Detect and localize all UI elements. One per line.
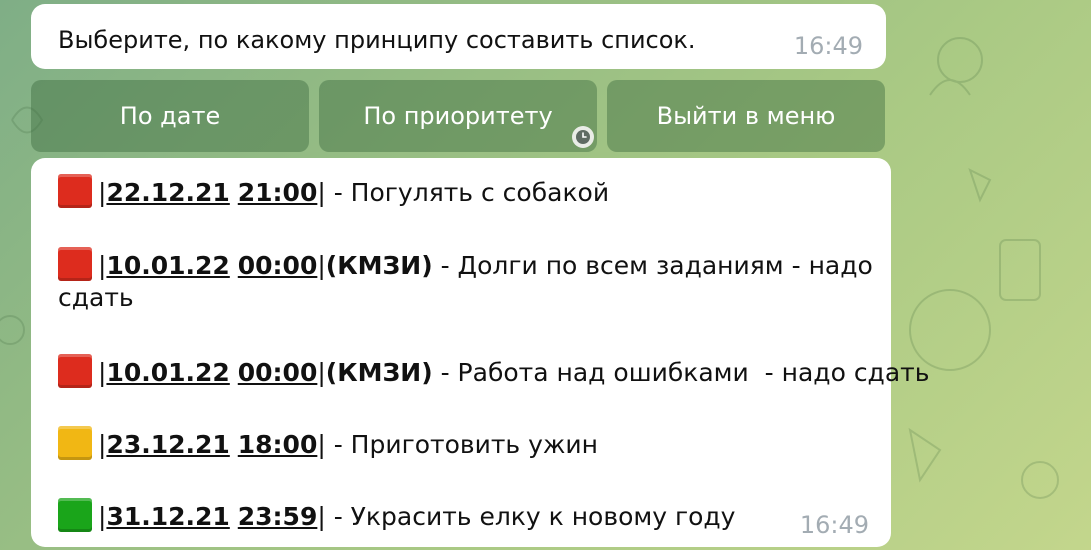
task-date: 23.12.21 (106, 430, 230, 459)
task-text: - Украсить елку к новому году (333, 502, 736, 531)
task-item: |10.01.22 00:00|(КМЗИ) - Долги по всем з… (58, 247, 873, 283)
task-text: - Долги по всем заданиям - надо (440, 251, 873, 280)
task-list-message-bubble: |22.12.21 21:00| - Погулять с собакой |1… (31, 158, 929, 547)
sort-by-date-button[interactable]: По дате (31, 80, 309, 152)
task-tag: (КМЗИ) (325, 358, 433, 387)
task-time: 00:00 (237, 358, 318, 387)
task-time: 18:00 (237, 430, 318, 459)
task-item: |31.12.21 23:59| - Украсить елку к новом… (58, 498, 735, 534)
prompt-message-time: 16:49 (793, 32, 863, 60)
pending-clock-icon (572, 126, 594, 148)
task-text-continuation: сдать (58, 283, 134, 312)
task-date: 31.12.21 (106, 502, 230, 531)
prompt-message-text: Выберите, по какому принципу составить с… (58, 26, 696, 54)
prompt-message-bubble: Выберите, по какому принципу составить с… (31, 4, 886, 69)
task-list-message-time: 16:49 (799, 511, 869, 539)
task-date: 22.12.21 (106, 178, 230, 207)
task-text: - Работа над ошибками - надо сдать (440, 358, 930, 387)
red-square-icon (58, 354, 92, 388)
sort-by-priority-button[interactable]: По приоритету (319, 80, 597, 152)
task-text: - Приготовить ужин (333, 430, 599, 459)
task-item: |22.12.21 21:00| - Погулять с собакой (58, 174, 609, 210)
task-date: 10.01.22 (106, 358, 230, 387)
task-item: |10.01.22 00:00|(КМЗИ) - Работа над ошиб… (58, 354, 929, 390)
task-time: 23:59 (237, 502, 318, 531)
task-tag: (КМЗИ) (325, 251, 433, 280)
red-square-icon (58, 247, 92, 281)
red-square-icon (58, 174, 92, 208)
task-text: - Погулять с собакой (333, 178, 610, 207)
task-item: |23.12.21 18:00| - Приготовить ужин (58, 426, 598, 462)
yellow-square-icon (58, 426, 92, 460)
task-time: 00:00 (237, 251, 318, 280)
green-square-icon (58, 498, 92, 532)
task-time: 21:00 (237, 178, 318, 207)
task-date: 10.01.22 (106, 251, 230, 280)
exit-menu-button[interactable]: Выйти в меню (607, 80, 885, 152)
